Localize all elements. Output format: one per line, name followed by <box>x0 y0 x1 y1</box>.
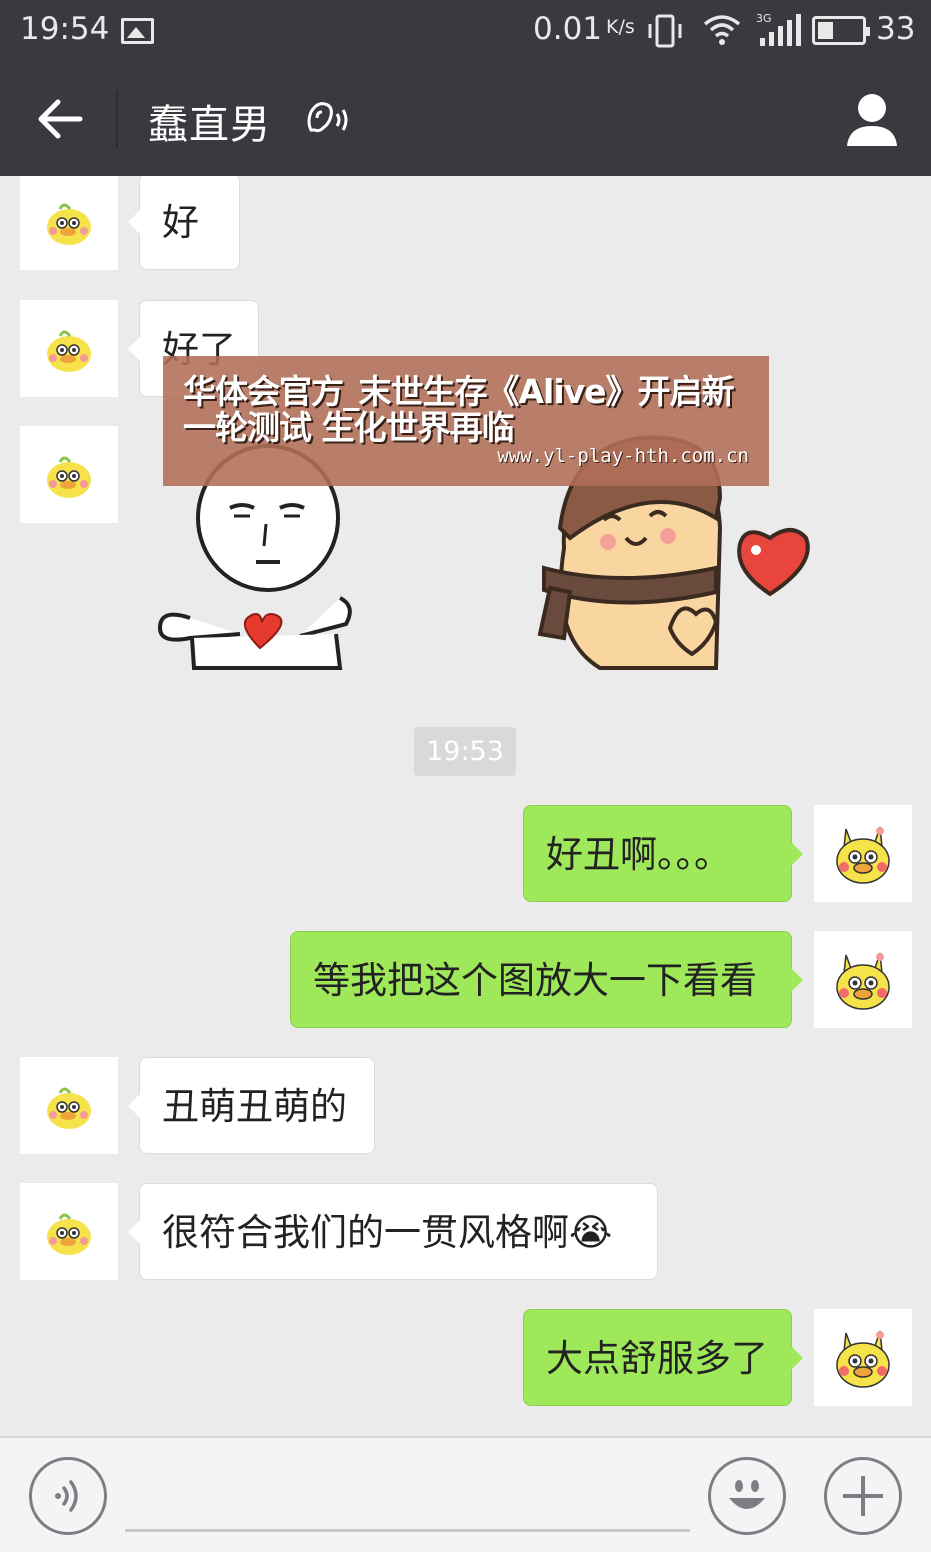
message-bubble-outgoing[interactable]: 好丑啊。。。 <box>523 805 803 902</box>
status-bar: 19:54 0.01 K/s 3G 33 <box>0 0 931 62</box>
speed-unit: K/s <box>606 16 635 38</box>
contact-avatar[interactable] <box>20 300 118 397</box>
watermark-url: www.yl-play-hth.com.cn <box>497 445 749 467</box>
message-bubble-incoming[interactable]: 很符合我们的一贯风格啊😭 <box>128 1183 658 1280</box>
battery-icon <box>812 16 870 45</box>
emoji-icon <box>729 1480 765 1509</box>
voice-input-icon <box>55 1480 78 1512</box>
my-avatar[interactable] <box>814 805 912 902</box>
duck-avatar-icon <box>47 1087 91 1129</box>
duck-avatar-icon <box>836 952 890 1010</box>
message-bubble-incoming[interactable]: 丑萌丑萌的 <box>128 1057 375 1154</box>
contact-avatar[interactable] <box>20 1183 118 1280</box>
plus-icon <box>843 1476 883 1516</box>
contact-avatar[interactable] <box>20 1057 118 1154</box>
wifi-icon <box>703 15 741 45</box>
duck-avatar-icon <box>47 456 91 498</box>
duck-avatar-icon <box>47 330 91 372</box>
my-avatar[interactable] <box>814 1309 912 1406</box>
signal-icon: 3G <box>756 12 801 46</box>
my-avatar[interactable] <box>814 931 912 1028</box>
watermark-overlay: 华体会官方_末世生存《Alive》开启新一轮测试 生化世界再临 www.yl-p… <box>163 356 769 486</box>
battery-percent: 33 <box>876 11 916 47</box>
message-bubble-incoming[interactable]: 好 <box>128 176 240 270</box>
emoji-button[interactable] <box>708 1457 786 1535</box>
profile-icon[interactable] <box>843 92 901 148</box>
watermark-title: 华体会官方_末世生存《Alive》开启新一轮测试 生化世界再临 <box>183 372 735 447</box>
message-input[interactable] <box>125 1466 690 1532</box>
voice-input-button[interactable] <box>29 1457 107 1535</box>
more-options-button[interactable] <box>824 1457 902 1535</box>
duck-avatar-icon <box>836 1330 890 1388</box>
image-icon <box>121 18 154 44</box>
vibrate-icon <box>648 14 682 48</box>
network-speed: 0.01 <box>533 11 603 47</box>
duck-avatar-icon <box>836 826 890 884</box>
contact-avatar[interactable] <box>20 426 118 523</box>
duck-avatar-icon <box>47 1213 91 1255</box>
input-bar <box>0 1436 931 1552</box>
back-arrow-icon[interactable] <box>36 96 84 142</box>
chat-header: 蠢直男 <box>0 62 931 176</box>
contact-avatar[interactable] <box>20 176 118 270</box>
chat-title: 蠢直男 <box>148 102 271 148</box>
message-bubble-outgoing[interactable]: 等我把这个图放大一下看看 <box>290 931 803 1028</box>
chat-area[interactable]: 好 好了 华体会官方_末世生存《Alive》开启新一轮测试 生化世界再临 www… <box>0 176 931 1436</box>
status-time: 19:54 <box>20 11 110 47</box>
svg-text:3G: 3G <box>756 12 772 25</box>
earpiece-mode-icon <box>307 102 348 133</box>
message-bubble-outgoing[interactable]: 大点舒服多了 <box>523 1309 803 1406</box>
duck-avatar-icon <box>47 203 91 245</box>
chat-timestamp: 19:53 <box>414 727 516 776</box>
header-divider <box>116 90 118 148</box>
